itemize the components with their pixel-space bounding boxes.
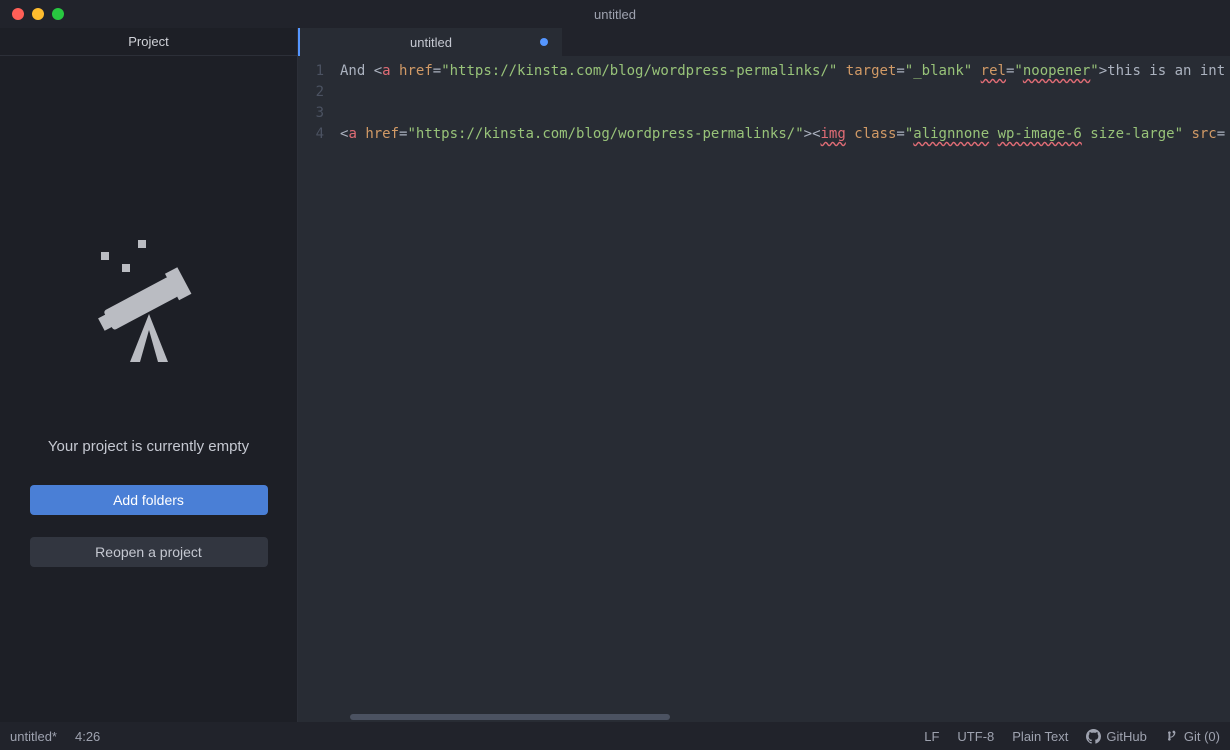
- empty-project-message: Your project is currently empty: [48, 438, 249, 455]
- minimize-window-button[interactable]: [32, 8, 44, 20]
- tab-untitled[interactable]: untitled: [298, 28, 562, 56]
- main-area: Project: [0, 28, 1230, 722]
- code-content[interactable]: And <a href="https://kinsta.com/blog/wor…: [336, 56, 1230, 722]
- window-title: untitled: [594, 7, 636, 22]
- telescope-icon: [94, 236, 204, 366]
- status-git-label: Git (0): [1184, 729, 1220, 744]
- status-github[interactable]: GitHub: [1086, 729, 1146, 744]
- line-gutter: 1234: [298, 56, 336, 722]
- project-tab[interactable]: Project: [0, 28, 297, 56]
- status-grammar[interactable]: Plain Text: [1012, 729, 1068, 744]
- project-empty-state: Your project is currently empty Add fold…: [0, 56, 297, 722]
- status-eol[interactable]: LF: [924, 729, 939, 744]
- project-sidebar: Project: [0, 28, 298, 722]
- status-cursor[interactable]: 4:26: [75, 729, 100, 744]
- project-tab-label: Project: [128, 34, 168, 49]
- modified-indicator-icon: [540, 38, 548, 46]
- github-icon: [1086, 729, 1101, 744]
- reopen-project-button[interactable]: Reopen a project: [30, 537, 268, 567]
- horizontal-scrollbar[interactable]: [350, 714, 670, 720]
- code-editor[interactable]: 1234 And <a href="https://kinsta.com/blo…: [298, 56, 1230, 722]
- git-branch-icon: [1165, 729, 1179, 743]
- status-bar: untitled* 4:26 LF UTF-8 Plain Text GitHu…: [0, 722, 1230, 750]
- tab-label: untitled: [410, 35, 452, 50]
- zoom-window-button[interactable]: [52, 8, 64, 20]
- editor-area: untitled 1234 And <a href="https://kinst…: [298, 28, 1230, 722]
- add-folders-button[interactable]: Add folders: [30, 485, 268, 515]
- close-window-button[interactable]: [12, 8, 24, 20]
- traffic-lights: [0, 8, 64, 20]
- status-git[interactable]: Git (0): [1165, 729, 1220, 744]
- status-github-label: GitHub: [1106, 729, 1146, 744]
- window-titlebar: untitled: [0, 0, 1230, 28]
- status-file[interactable]: untitled*: [10, 729, 57, 744]
- status-encoding[interactable]: UTF-8: [957, 729, 994, 744]
- editor-tabs: untitled: [298, 28, 1230, 56]
